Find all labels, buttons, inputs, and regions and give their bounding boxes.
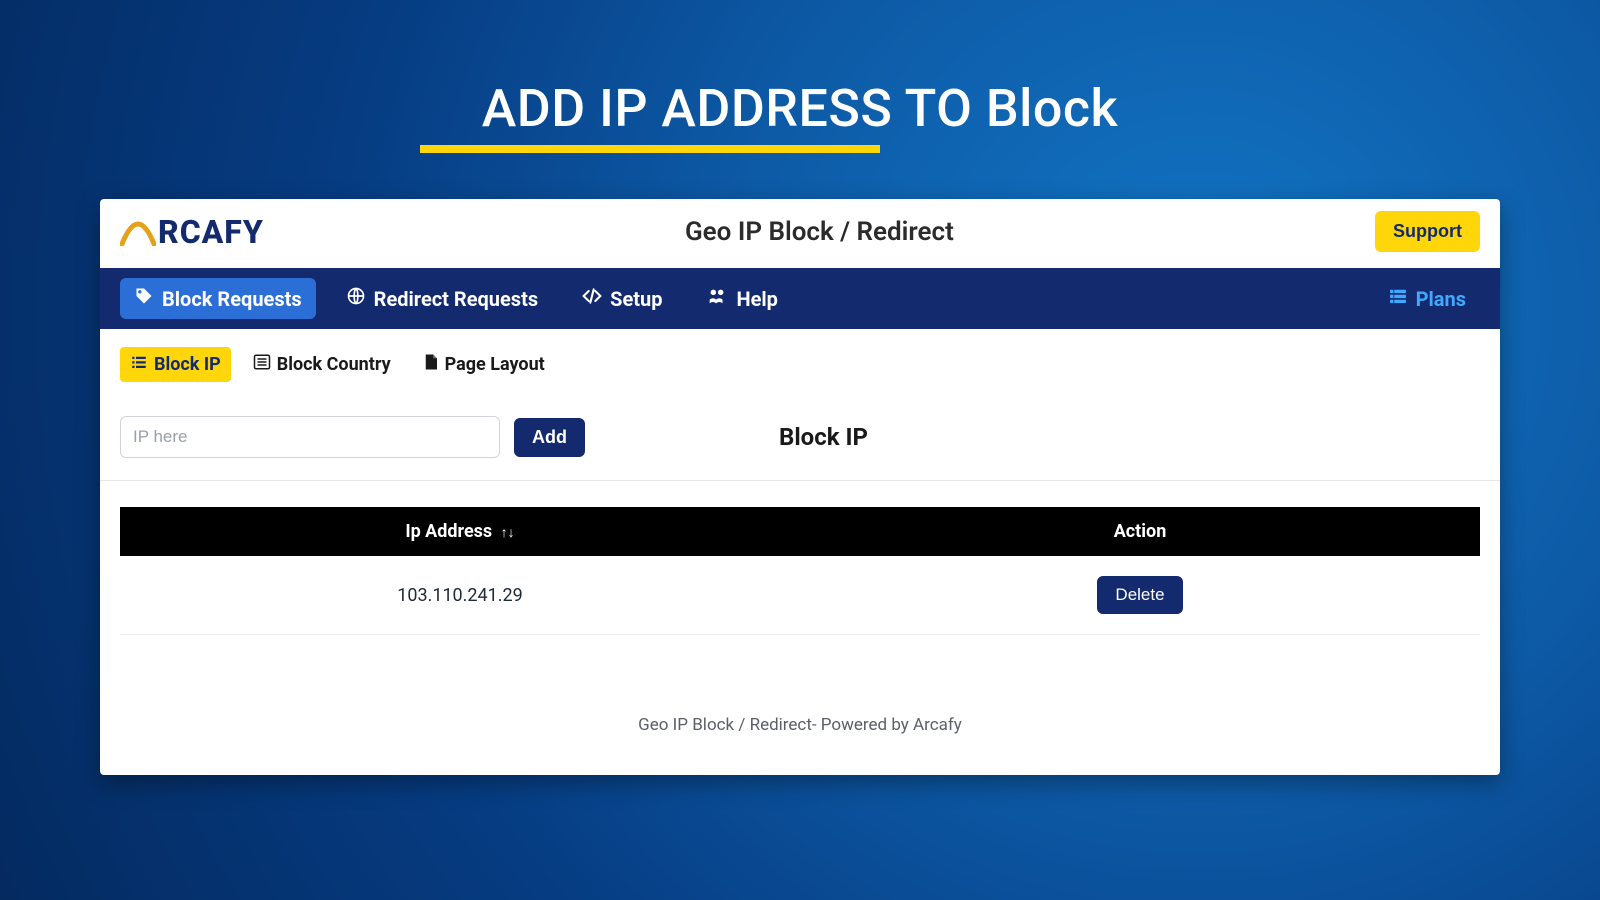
help-hands-icon	[706, 286, 728, 311]
subtab-block-ip[interactable]: Block IP	[120, 347, 231, 382]
brand-rest: RCAFY	[158, 213, 264, 251]
title-underline	[420, 145, 880, 153]
sort-icon: ↑↓	[501, 525, 515, 541]
list-boxed-icon	[253, 353, 271, 376]
nav-right: Plans	[1374, 278, 1480, 319]
app-window: RCAFY Geo IP Block / Redirect Support Bl…	[100, 199, 1500, 775]
code-icon	[582, 286, 602, 311]
subtab-block-country[interactable]: Block Country	[243, 347, 401, 382]
footer-text: Geo IP Block / Redirect- Powered by Arca…	[100, 635, 1500, 775]
tab-label: Help	[736, 287, 777, 311]
main-nav: Block Requests Redirect Requests Setup H…	[100, 268, 1500, 329]
page-title: Geo IP Block / Redirect	[685, 217, 954, 247]
delete-button[interactable]: Delete	[1097, 576, 1182, 614]
tab-label: Redirect Requests	[374, 287, 538, 311]
ip-input[interactable]	[120, 416, 500, 458]
table-header-row: Ip Address ↑↓ Action	[120, 507, 1480, 556]
subtab-label: Block Country	[277, 354, 391, 375]
col-ip-address[interactable]: Ip Address ↑↓	[120, 507, 800, 556]
tab-label: Block Requests	[162, 287, 302, 311]
slide-title: ADD IP ADDRESS TO Block	[0, 0, 1600, 153]
brand-text: RCAFY	[158, 213, 264, 251]
add-ip-form: Add Block IP	[100, 392, 1500, 481]
list-icon	[130, 353, 148, 376]
tab-label: Plans	[1416, 287, 1466, 311]
globe-icon	[346, 286, 366, 311]
brand-logo: RCAFY	[120, 213, 264, 251]
support-button[interactable]: Support	[1375, 211, 1480, 252]
tab-label: Setup	[610, 287, 662, 311]
tag-icon	[134, 286, 154, 311]
subtab-page-layout[interactable]: Page Layout	[413, 347, 555, 382]
app-header: RCAFY Geo IP Block / Redirect Support	[100, 199, 1500, 268]
subtab-label: Page Layout	[445, 354, 545, 375]
arcafy-arch-icon	[120, 218, 156, 246]
slide-title-text: ADD IP ADDRESS TO Block	[482, 78, 1118, 139]
table-row: 103.110.241.29 Delete	[120, 556, 1480, 635]
tab-plans[interactable]: Plans	[1374, 278, 1480, 319]
section-title: Block IP	[779, 423, 868, 451]
tab-redirect-requests[interactable]: Redirect Requests	[332, 278, 552, 319]
cell-action: Delete	[800, 556, 1480, 635]
list-icon	[1388, 286, 1408, 311]
col-action: Action	[800, 507, 1480, 556]
cell-ip: 103.110.241.29	[120, 556, 800, 635]
document-icon	[423, 353, 439, 376]
ip-table: Ip Address ↑↓ Action 103.110.241.29 Dele…	[120, 507, 1480, 635]
sub-tabs: Block IP Block Country Page Layout	[100, 329, 1500, 392]
nav-left: Block Requests Redirect Requests Setup H…	[120, 278, 792, 319]
add-button[interactable]: Add	[514, 418, 585, 457]
col-label: Action	[1114, 521, 1167, 542]
tab-block-requests[interactable]: Block Requests	[120, 278, 316, 319]
col-label: Ip Address	[405, 521, 492, 542]
tab-setup[interactable]: Setup	[568, 278, 676, 319]
subtab-label: Block IP	[154, 354, 221, 375]
tab-help[interactable]: Help	[692, 278, 791, 319]
